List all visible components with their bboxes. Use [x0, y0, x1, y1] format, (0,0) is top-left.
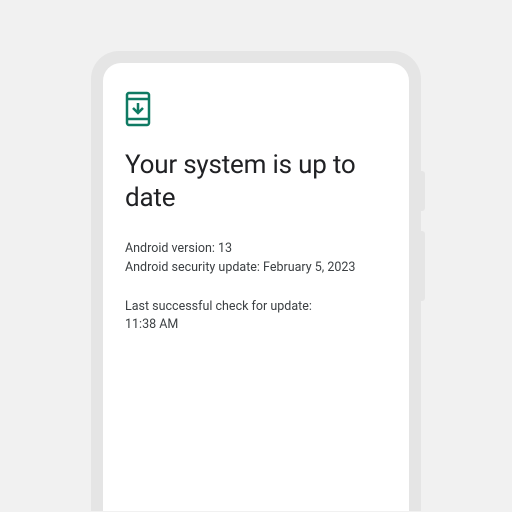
security-update-line: Android security update: February 5, 202… — [125, 259, 387, 278]
page-title: Your system is up to date — [125, 149, 387, 214]
system-update-icon — [125, 91, 387, 131]
last-check-label: Last successful check for update: — [125, 298, 387, 317]
volume-button — [421, 231, 425, 301]
phone-side-buttons — [421, 171, 425, 321]
screen: Your system is up to date Android versio… — [103, 63, 409, 511]
last-check-time: 11:38 AM — [125, 316, 387, 335]
version-info-block: Android version: 13 Android security upd… — [125, 240, 387, 278]
android-version-line: Android version: 13 — [125, 240, 387, 259]
phone-frame: Your system is up to date Android versio… — [91, 51, 421, 511]
last-check-block: Last successful check for update: 11:38 … — [125, 298, 387, 336]
power-button — [421, 171, 425, 211]
